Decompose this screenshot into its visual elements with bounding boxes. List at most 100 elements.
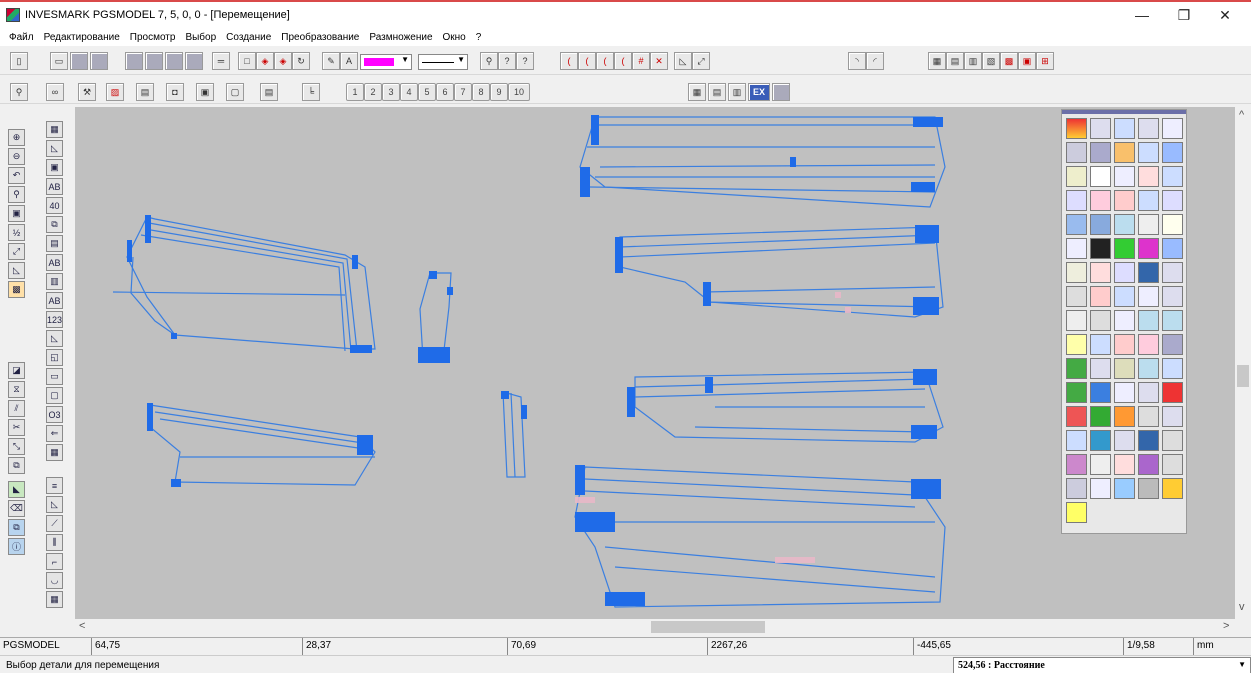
export-4-icon[interactable] [772, 83, 790, 101]
layout-4-icon[interactable]: ▧ [982, 52, 1000, 70]
curve-1-icon[interactable]: ◝ [848, 52, 866, 70]
palette-tool-72-icon[interactable] [1090, 454, 1111, 475]
size-6-button[interactable]: 6 [436, 83, 454, 101]
mirror-icon[interactable]: ⧖ [8, 381, 25, 398]
palette-tool-74-icon[interactable] [1138, 454, 1159, 475]
menu-view[interactable]: Просмотр [125, 32, 181, 43]
piece-hem-icon[interactable]: ▭ [46, 368, 63, 385]
size-5-button[interactable]: 5 [418, 83, 436, 101]
palette-tool-50-icon[interactable] [1162, 334, 1183, 355]
layout-7-icon[interactable]: ⊞ [1036, 52, 1054, 70]
zoom-previous-icon[interactable]: ↶ [8, 167, 25, 184]
palette-tool-71-icon[interactable] [1066, 454, 1087, 475]
marker-icon[interactable]: ◘ [166, 83, 184, 101]
palette-tool-13-icon[interactable] [1114, 166, 1135, 187]
scale-icon[interactable]: ½ [8, 224, 25, 241]
palette-tool-61-icon[interactable] [1066, 406, 1087, 427]
corner-icon[interactable]: ◺ [674, 52, 692, 70]
palette-tool-54-icon[interactable] [1138, 358, 1159, 379]
menu-help[interactable]: ? [471, 32, 487, 43]
palette-tool-24-icon[interactable] [1138, 214, 1159, 235]
palette-tool-4-icon[interactable] [1138, 118, 1159, 139]
layout-5-icon[interactable]: ▩ [1000, 52, 1018, 70]
palette-tool-45-icon[interactable] [1162, 310, 1183, 331]
open-icon[interactable]: ▭ [50, 52, 68, 70]
vertical-scrollbar[interactable]: ^ v [1235, 107, 1251, 619]
palette-tool-33-icon[interactable] [1114, 262, 1135, 283]
piece-o3-icon[interactable]: O3 [46, 406, 63, 423]
palette-tool-67-icon[interactable] [1090, 430, 1111, 451]
piece-mark-icon[interactable]: ▣ [46, 159, 63, 176]
export-1-icon[interactable]: ▦ [688, 83, 706, 101]
new-piece-icon[interactable]: ▯ [10, 52, 28, 70]
piece-ab-icon[interactable]: AB [46, 178, 63, 195]
palette-tool-56-icon[interactable] [1066, 382, 1087, 403]
palette-tool-9-icon[interactable] [1138, 142, 1159, 163]
palette-tool-46-icon[interactable] [1066, 334, 1087, 355]
piece-123-icon[interactable]: 123 [46, 311, 63, 328]
table-icon[interactable]: ▤ [136, 83, 154, 101]
palette-tool-49-icon[interactable] [1138, 334, 1159, 355]
scroll-up-icon[interactable]: ^ [1239, 109, 1244, 121]
palette-tool-35-icon[interactable] [1162, 262, 1183, 283]
palette-tool-80-icon[interactable] [1162, 478, 1183, 499]
layout-6-icon[interactable]: ▣ [1018, 52, 1036, 70]
wrench-icon[interactable]: ⚒ [78, 83, 96, 101]
palette-tool-21-icon[interactable] [1066, 214, 1087, 235]
palette-tool-70-icon[interactable] [1162, 430, 1183, 451]
palette-tool-48-icon[interactable] [1114, 334, 1135, 355]
print-icon[interactable] [90, 52, 108, 70]
palette-tool-52-icon[interactable] [1090, 358, 1111, 379]
info-icon[interactable]: ⓘ [8, 538, 25, 555]
size-2-button[interactable]: 2 [364, 83, 382, 101]
size-4-button[interactable]: 4 [400, 83, 418, 101]
palette-tool-37-icon[interactable] [1090, 286, 1111, 307]
palette-tool-78-icon[interactable] [1114, 478, 1135, 499]
horizontal-scroll-thumb[interactable] [651, 621, 765, 633]
palette-tool-12-icon[interactable] [1090, 166, 1111, 187]
palette-titlebar[interactable] [1062, 110, 1186, 114]
palette-tool-69-icon[interactable] [1138, 430, 1159, 451]
piece-stack-icon[interactable]: ▤ [46, 235, 63, 252]
palette-tool-10-icon[interactable] [1162, 142, 1183, 163]
piece-shape-icon[interactable]: ◺ [46, 330, 63, 347]
axis-icon[interactable]: ╘ [302, 83, 320, 101]
size-10-button[interactable]: 10 [508, 83, 530, 101]
palette-tool-79-icon[interactable] [1138, 478, 1159, 499]
palette-tool-22-icon[interactable] [1090, 214, 1111, 235]
size-7-button[interactable]: 7 [454, 83, 472, 101]
arc-3-icon[interactable]: ( [596, 52, 614, 70]
horizontal-scrollbar[interactable]: < > [75, 619, 1235, 635]
palette-tool-26-icon[interactable] [1066, 238, 1087, 259]
eraser-icon[interactable]: ⌫ [8, 500, 25, 517]
outline-icon[interactable]: ◺ [8, 262, 25, 279]
rectangle-icon[interactable]: □ [238, 52, 256, 70]
palette-tool-36-icon[interactable] [1066, 286, 1087, 307]
palette-tool-41-icon[interactable] [1066, 310, 1087, 331]
palette-tool-15-icon[interactable] [1162, 166, 1183, 187]
menu-create[interactable]: Создание [221, 32, 276, 43]
palette-tool-5-icon[interactable] [1162, 118, 1183, 139]
palette-tool-63-icon[interactable] [1114, 406, 1135, 427]
symmetry-icon[interactable]: ⫽ [8, 400, 25, 417]
palette-tool-3-icon[interactable] [1114, 118, 1135, 139]
line-style-select[interactable]: ▼ [418, 54, 468, 70]
search-icon[interactable]: ⚲ [10, 83, 28, 101]
tool-grid-icon[interactable]: ▦ [46, 591, 63, 608]
palette-tool-18-icon[interactable] [1114, 190, 1135, 211]
zoom-in-icon[interactable]: ⊕ [8, 129, 25, 146]
palette-tool-19-icon[interactable] [1138, 190, 1159, 211]
menu-file[interactable]: Файл [4, 32, 39, 43]
menu-window[interactable]: Окно [438, 32, 471, 43]
zoom-out-icon[interactable]: ⊖ [8, 148, 25, 165]
palette-tool-58-icon[interactable] [1114, 382, 1135, 403]
close-button[interactable]: ✕ [1205, 2, 1245, 28]
minimize-button[interactable]: — [1122, 2, 1162, 28]
palette-tool-51-icon[interactable] [1066, 358, 1087, 379]
pin-icon[interactable]: ⚲ [480, 52, 498, 70]
view-2-icon[interactable] [145, 52, 163, 70]
palette-tool-20-icon[interactable] [1162, 190, 1183, 211]
size-1-button[interactable]: 1 [346, 83, 364, 101]
frame-icon[interactable]: ▢ [226, 83, 244, 101]
palette-tool-1-icon[interactable] [1066, 118, 1087, 139]
